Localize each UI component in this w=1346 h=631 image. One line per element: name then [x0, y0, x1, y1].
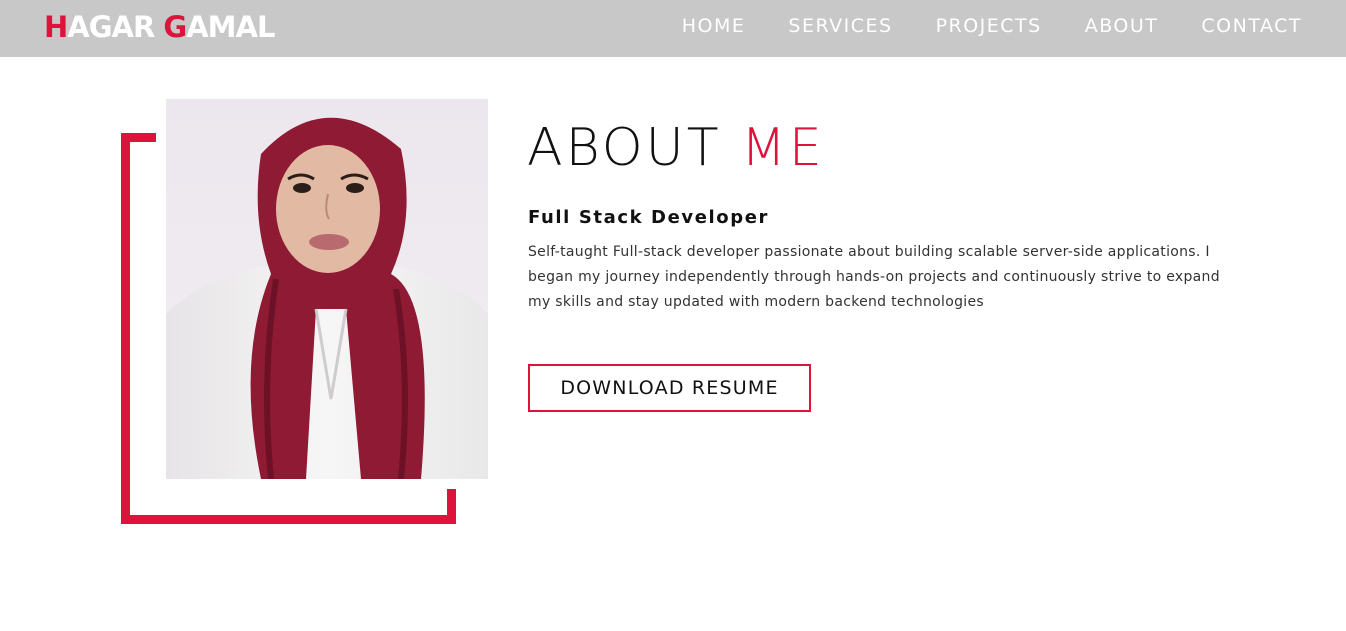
nav-link-contact[interactable]: CONTACT — [1201, 15, 1302, 37]
bio-text: Self-taught Full-stack developer passion… — [528, 244, 1220, 310]
logo-last-initial: G — [163, 10, 187, 44]
profile-photo-illustration — [166, 99, 488, 479]
photo-frame-top — [121, 133, 156, 142]
logo-first-rest: AGAR — [67, 10, 164, 44]
profile-photo — [166, 99, 488, 479]
nav-links: HOME SERVICES PROJECTS ABOUT CONTACT — [682, 15, 1302, 37]
nav-link-about[interactable]: ABOUT — [1085, 15, 1159, 37]
about-title: ABOUT ME — [527, 118, 825, 178]
navbar: HAGAR GAMAL HOME SERVICES PROJECTS ABOUT… — [0, 0, 1346, 57]
logo[interactable]: HAGAR GAMAL — [44, 10, 275, 44]
about-title-accent: ME — [741, 118, 825, 178]
job-title: Full Stack Developer — [528, 207, 770, 228]
about-title-main: ABOUT — [527, 118, 722, 178]
nav-link-home[interactable]: HOME — [682, 15, 746, 37]
nav-link-services[interactable]: SERVICES — [788, 15, 892, 37]
download-resume-button[interactable]: DOWNLOAD RESUME — [528, 364, 811, 412]
logo-last-rest: AMAL — [186, 10, 275, 44]
photo-frame-left — [121, 133, 130, 524]
photo-frame-bottom — [121, 515, 456, 524]
nav-link-projects[interactable]: PROJECTS — [936, 15, 1042, 37]
photo-frame-right — [447, 489, 456, 524]
logo-first-initial: H — [44, 10, 68, 44]
